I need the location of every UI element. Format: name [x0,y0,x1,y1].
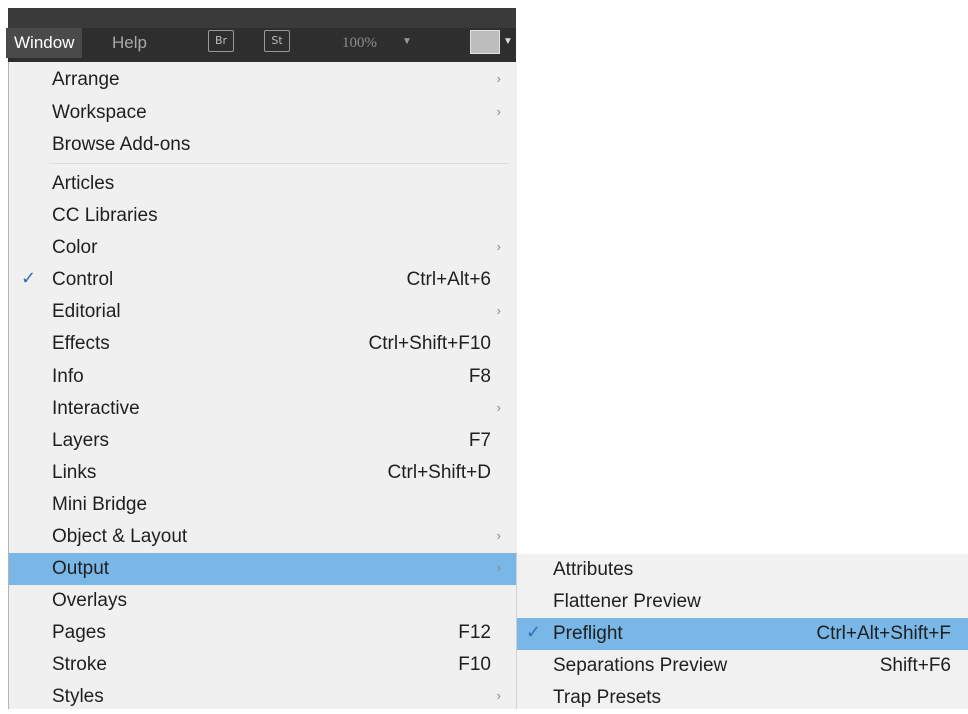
menu-item-label: Layers [52,430,110,451]
check-icon: ✓ [21,268,37,288]
submenu-item-label: Trap Presets [553,687,662,708]
chevron-down-icon[interactable]: ▼ [503,36,513,47]
menu-item-shortcut: Ctrl+Shift+D [387,462,491,483]
chevron-down-icon[interactable]: ▼ [402,36,412,47]
submenu-item-label: Separations Preview [553,655,728,676]
menubar-window[interactable]: Window [6,28,83,58]
submenu-item-preflight[interactable]: ✓ Preflight Ctrl+Alt+Shift+F [517,618,968,650]
menu-item-label: Object & Layout [52,526,188,547]
menu-item-color[interactable]: Color › [9,232,517,264]
menu-item-editorial[interactable]: Editorial › [9,296,517,328]
menu-item-label: Mini Bridge [52,494,148,515]
menu-item-label: Color [52,237,98,258]
menu-item-label: Control [52,269,114,290]
menu-item-interactive[interactable]: Interactive › [9,393,517,425]
menu-item-articles[interactable]: Articles [9,168,517,200]
output-submenu: Attributes Flattener Preview ✓ Preflight… [516,554,968,709]
menu-item-label: Styles [52,686,104,707]
menu-item-layers[interactable]: Layers F7 [9,425,517,457]
menu-item-label: Articles [52,173,115,194]
menu-item-shortcut: F10 [458,654,491,675]
check-icon: ✓ [526,622,542,642]
zoom-level-select[interactable]: 100% [342,28,377,58]
menu-item-mini-bridge[interactable]: Mini Bridge [9,489,517,521]
submenu-item-label: Preflight [553,623,623,644]
submenu-arrow-icon: › [496,688,501,703]
submenu-item-shortcut: Shift+F6 [879,655,951,676]
menu-separator [49,163,509,164]
submenu-arrow-icon: › [496,400,501,415]
menu-item-label: CC Libraries [52,205,158,226]
menu-item-label: Pages [52,622,106,643]
submenu-item-trap-presets[interactable]: Trap Presets [517,682,968,714]
menu-item-effects[interactable]: Effects Ctrl+Shift+F10 [9,328,517,360]
menu-item-shortcut: F8 [468,366,491,387]
menu-item-shortcut: Ctrl+Shift+F10 [368,333,492,354]
menubar-top-edge [8,8,516,28]
menu-item-control[interactable]: ✓ Control Ctrl+Alt+6 [9,264,517,296]
menu-item-label: Links [52,462,97,483]
menu-item-label: Effects [52,333,110,354]
menu-item-cc-libraries[interactable]: CC Libraries [9,200,517,232]
submenu-arrow-icon: › [496,528,501,543]
submenu-arrow-icon: › [496,560,501,575]
submenu-item-flattener-preview[interactable]: Flattener Preview [517,586,968,618]
menu-item-pages[interactable]: Pages F12 [9,617,517,649]
menu-item-label: Editorial [52,301,121,322]
submenu-item-attributes[interactable]: Attributes [517,554,968,586]
menu-item-browse-add-ons[interactable]: Browse Add-ons [9,129,517,161]
menubar-help[interactable]: Help [104,28,155,58]
submenu-arrow-icon: › [496,71,501,86]
menu-item-label: Arrange [52,69,120,90]
submenu-arrow-icon: › [496,303,501,318]
menu-item-label: Output [52,558,110,579]
submenu-item-label: Attributes [553,559,634,580]
window-menu: Arrange › Workspace › Browse Add-ons Art… [8,62,517,709]
menu-item-label: Overlays [52,590,127,611]
bridge-icon[interactable]: Br [208,30,234,52]
submenu-item-separations-preview[interactable]: Separations Preview Shift+F6 [517,650,968,682]
menu-item-shortcut: F12 [458,622,491,643]
menu-item-object-layout[interactable]: Object & Layout › [9,521,517,553]
menu-item-label: Interactive [52,398,140,419]
submenu-item-label: Flattener Preview [553,591,701,612]
menu-item-shortcut: Ctrl+Alt+6 [406,269,491,290]
menu-item-label: Workspace [52,102,147,123]
menu-item-workspace[interactable]: Workspace › [9,97,517,129]
submenu-arrow-icon: › [496,239,501,254]
menu-item-info[interactable]: Info F8 [9,361,517,393]
menu-item-shortcut: F7 [468,430,491,451]
menu-item-label: Browse Add-ons [52,134,191,155]
submenu-item-shortcut: Ctrl+Alt+Shift+F [816,623,951,644]
menubar [8,8,516,62]
menu-item-output[interactable]: Output › [9,553,517,585]
menu-item-styles[interactable]: Styles › [9,681,517,713]
menu-item-stroke[interactable]: Stroke F10 [9,649,517,681]
screen-mode-icon[interactable] [470,30,500,54]
menu-item-label: Info [52,366,84,387]
stock-icon[interactable]: St [264,30,290,52]
menu-item-label: Stroke [52,654,107,675]
menu-item-arrange[interactable]: Arrange › [9,64,517,96]
menu-item-overlays[interactable]: Overlays [9,585,517,617]
submenu-arrow-icon: › [496,104,501,119]
menu-item-links[interactable]: Links Ctrl+Shift+D [9,457,517,489]
